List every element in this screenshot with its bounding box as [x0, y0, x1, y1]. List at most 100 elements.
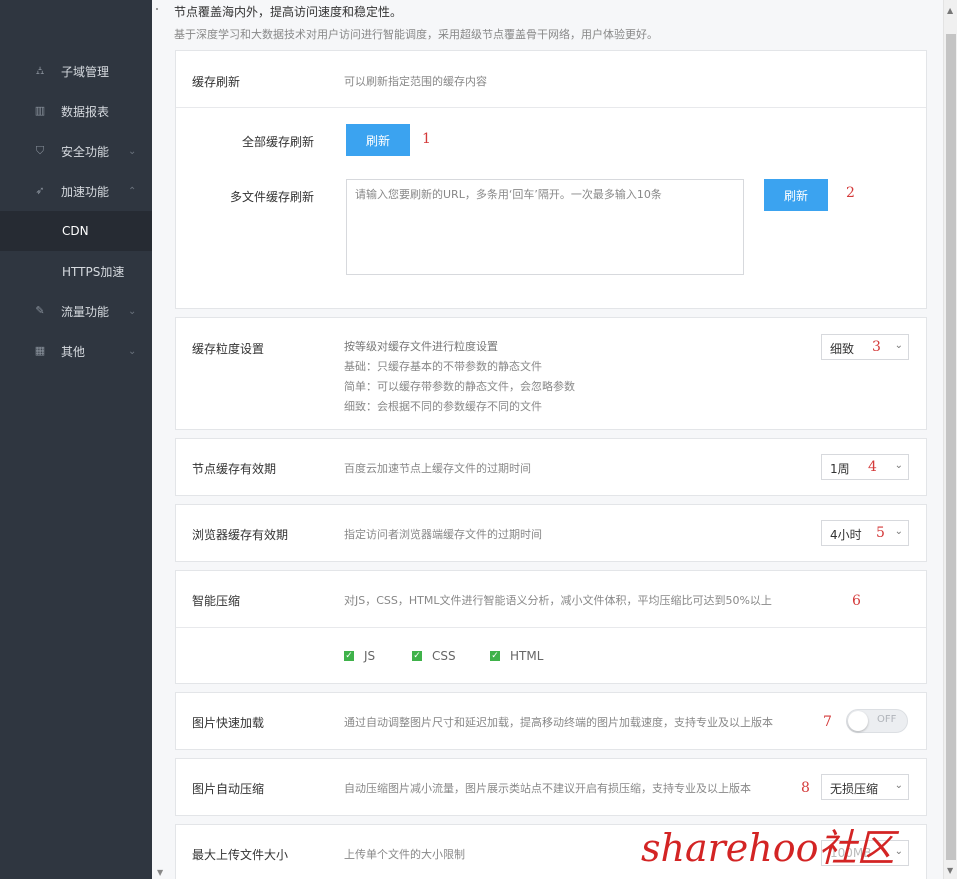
cache-granularity-card: 缓存粒度设置 按等级对缓存文件进行粒度设置 基础：只缓存基本的不带参数的静态文件…	[175, 317, 927, 430]
org-chart-icon: ⛼	[35, 64, 45, 77]
granularity-desc-1: 基础：只缓存基本的不带参数的静态文件	[344, 360, 542, 373]
vertical-scrollbar[interactable]: ▲ ▼	[943, 0, 957, 879]
node-cache-card: 节点缓存有效期 百度云加速节点上缓存文件的过期时间 1周 ⌄ 4	[175, 438, 927, 496]
node-cache-desc: 百度云加速节点上缓存文件的过期时间	[344, 462, 531, 475]
watermark: sharehoo社区	[641, 826, 895, 870]
checkmark-icon: ✓	[344, 651, 354, 661]
smart-compress-card: 智能压缩 对JS，CSS，HTML文件进行智能语义分析，减小文件体积，平均压缩比…	[175, 570, 927, 684]
toggle-knob	[848, 711, 868, 731]
browser-cache-title: 浏览器缓存有效期	[192, 528, 289, 542]
chevron-down-icon: ⌄	[128, 345, 137, 357]
image-fast-title: 图片快速加载	[192, 716, 265, 730]
image-fast-toggle[interactable]: OFF	[846, 709, 908, 733]
sidebar-item-security[interactable]: ⛉ 安全功能 ⌄	[0, 131, 152, 171]
all-cache-refresh-label: 全部缓存刷新	[242, 135, 315, 149]
url-textarea[interactable]: 请输入您要刷新的URL，多条用‘回车’隔开。一次最多输入10条	[346, 179, 744, 275]
bullet-dot	[156, 8, 158, 10]
granularity-desc-2: 简单：可以缓存带参数的静态文件，会忽略参数	[344, 380, 575, 393]
browser-cache-value: 4小时	[830, 528, 862, 542]
sidebar-item-https[interactable]: HTTPS加速	[0, 251, 152, 291]
html-label: HTML	[510, 649, 544, 663]
node-cache-value: 1周	[830, 462, 850, 476]
sidebar-item-label: 数据报表	[61, 104, 110, 119]
node-cache-select[interactable]: 1周 ⌄	[821, 454, 909, 480]
annotation-3: 3	[872, 339, 881, 355]
multi-file-refresh-button[interactable]: 刷新	[764, 179, 828, 211]
max-upload-desc: 上传单个文件的大小限制	[344, 848, 465, 861]
scroll-up-icon[interactable]: ▲	[947, 6, 953, 15]
js-checkbox[interactable]: ✓ JS	[344, 649, 375, 663]
divider	[176, 627, 926, 628]
css-checkbox[interactable]: ✓ CSS	[412, 649, 456, 663]
chevron-down-icon: ⌄	[894, 340, 903, 351]
main-content: 节点覆盖海内外，提高访问速度和稳定性。 基于深度学习和大数据技术对用户访问进行智…	[152, 0, 943, 879]
granularity-value: 细致	[830, 342, 855, 356]
cache-refresh-title: 缓存刷新	[192, 75, 241, 89]
max-upload-title: 最大上传文件大小	[192, 848, 289, 862]
sidebar-item-acceleration[interactable]: ➶ 加速功能 ⌃	[0, 171, 152, 211]
sidebar-item-label: 其他	[61, 344, 86, 359]
intro-line-1: 节点覆盖海内外，提高访问速度和稳定性。	[174, 5, 403, 19]
image-compress-card: 图片自动压缩 自动压缩图片减小流量，图片展示类站点不建议开启有损压缩，支持专业及…	[175, 758, 927, 816]
sidebar-item-cdn[interactable]: CDN	[0, 211, 154, 251]
annotation-8: 8	[801, 780, 810, 796]
sidebar-item-other[interactable]: ▦ 其他 ⌄	[0, 331, 152, 371]
sidebar-item-label: HTTPS加速	[62, 264, 125, 279]
scroll-down-icon[interactable]: ▼	[947, 866, 953, 875]
grid-icon: ▦	[34, 344, 46, 357]
rocket-icon: ➶	[35, 184, 45, 197]
sidebar-item-traffic[interactable]: ✎ 流量功能 ⌄	[0, 291, 152, 331]
checkmark-icon: ✓	[490, 651, 500, 661]
divider	[176, 107, 926, 108]
toggle-label: OFF	[877, 714, 897, 725]
browser-cache-desc: 指定访问者浏览器端缓存文件的过期时间	[344, 528, 542, 541]
css-label: CSS	[432, 649, 456, 663]
html-checkbox[interactable]: ✓ HTML	[490, 649, 543, 663]
sidebar: ⛼ 子域管理 ▥ 数据报表 ⛉ 安全功能 ⌄ ➶ 加速功能 ⌃ CDN HTTP…	[0, 0, 154, 879]
chevron-up-icon: ⌃	[128, 185, 137, 197]
image-compress-value: 无损压缩	[830, 782, 879, 796]
compress-title: 智能压缩	[192, 594, 241, 608]
annotation-2: 2	[846, 185, 855, 201]
annotation-4: 4	[868, 459, 877, 475]
annotation-6: 6	[852, 593, 861, 609]
shield-icon: ⛉	[35, 144, 45, 157]
annotation-7: 7	[823, 714, 832, 730]
sidebar-item-subdomain[interactable]: ⛼ 子域管理	[0, 51, 152, 91]
cache-refresh-desc: 可以刷新指定范围的缓存内容	[344, 75, 487, 88]
cache-refresh-card: 缓存刷新 可以刷新指定范围的缓存内容 全部缓存刷新 刷新 1 多文件缓存刷新 请…	[175, 50, 927, 309]
chevron-down-icon: ⌄	[894, 460, 903, 471]
image-compress-title: 图片自动压缩	[192, 782, 265, 796]
browser-cache-select[interactable]: 4小时 ⌄	[821, 520, 909, 546]
chevron-down-icon: ⌄	[128, 305, 137, 317]
scroll-down-arrow-icon[interactable]: ▼	[157, 868, 163, 877]
granularity-desc-3: 细致：会根据不同的参数缓存不同的文件	[344, 400, 542, 413]
node-cache-title: 节点缓存有效期	[192, 462, 277, 476]
scroll-thumb[interactable]	[946, 34, 956, 860]
bar-chart-icon: ▥	[34, 104, 46, 117]
sidebar-item-reports[interactable]: ▥ 数据报表	[0, 91, 152, 131]
granularity-title: 缓存粒度设置	[192, 342, 265, 356]
intro-line-2: 基于深度学习和大数据技术对用户访问进行智能调度，采用超级节点覆盖骨干网络，用户体…	[174, 28, 658, 41]
sidebar-item-label: 加速功能	[61, 184, 110, 199]
annotation-1: 1	[422, 131, 431, 147]
sidebar-item-label: 子域管理	[61, 64, 110, 79]
image-compress-desc: 自动压缩图片减小流量，图片展示类站点不建议开启有损压缩，支持专业及以上版本	[344, 782, 751, 795]
image-fast-desc: 通过自动调整图片尺寸和延迟加载，提高移动终端的图片加载速度，支持专业及以上版本	[344, 716, 773, 729]
multi-file-refresh-label: 多文件缓存刷新	[230, 190, 315, 204]
browser-cache-card: 浏览器缓存有效期 指定访问者浏览器端缓存文件的过期时间 4小时 ⌄ 5	[175, 504, 927, 562]
sidebar-item-label: 流量功能	[61, 304, 110, 319]
checkmark-icon: ✓	[412, 651, 422, 661]
annotation-5: 5	[876, 525, 885, 541]
granularity-select[interactable]: 细致 ⌄	[821, 334, 909, 360]
all-cache-refresh-button[interactable]: 刷新	[346, 124, 410, 156]
image-compress-select[interactable]: 无损压缩 ⌄	[821, 774, 909, 800]
chevron-down-icon: ⌄	[894, 780, 903, 791]
compress-desc: 对JS，CSS，HTML文件进行智能语义分析，减小文件体积，平均压缩比可达到50…	[344, 594, 772, 607]
js-label: JS	[364, 649, 376, 663]
image-fast-load-card: 图片快速加载 通过自动调整图片尺寸和延迟加载，提高移动终端的图片加载速度，支持专…	[175, 692, 927, 750]
sidebar-item-label: CDN	[62, 224, 89, 238]
granularity-desc-0: 按等级对缓存文件进行粒度设置	[344, 340, 498, 353]
chevron-down-icon: ⌄	[894, 846, 903, 857]
edit-icon: ✎	[35, 304, 45, 317]
